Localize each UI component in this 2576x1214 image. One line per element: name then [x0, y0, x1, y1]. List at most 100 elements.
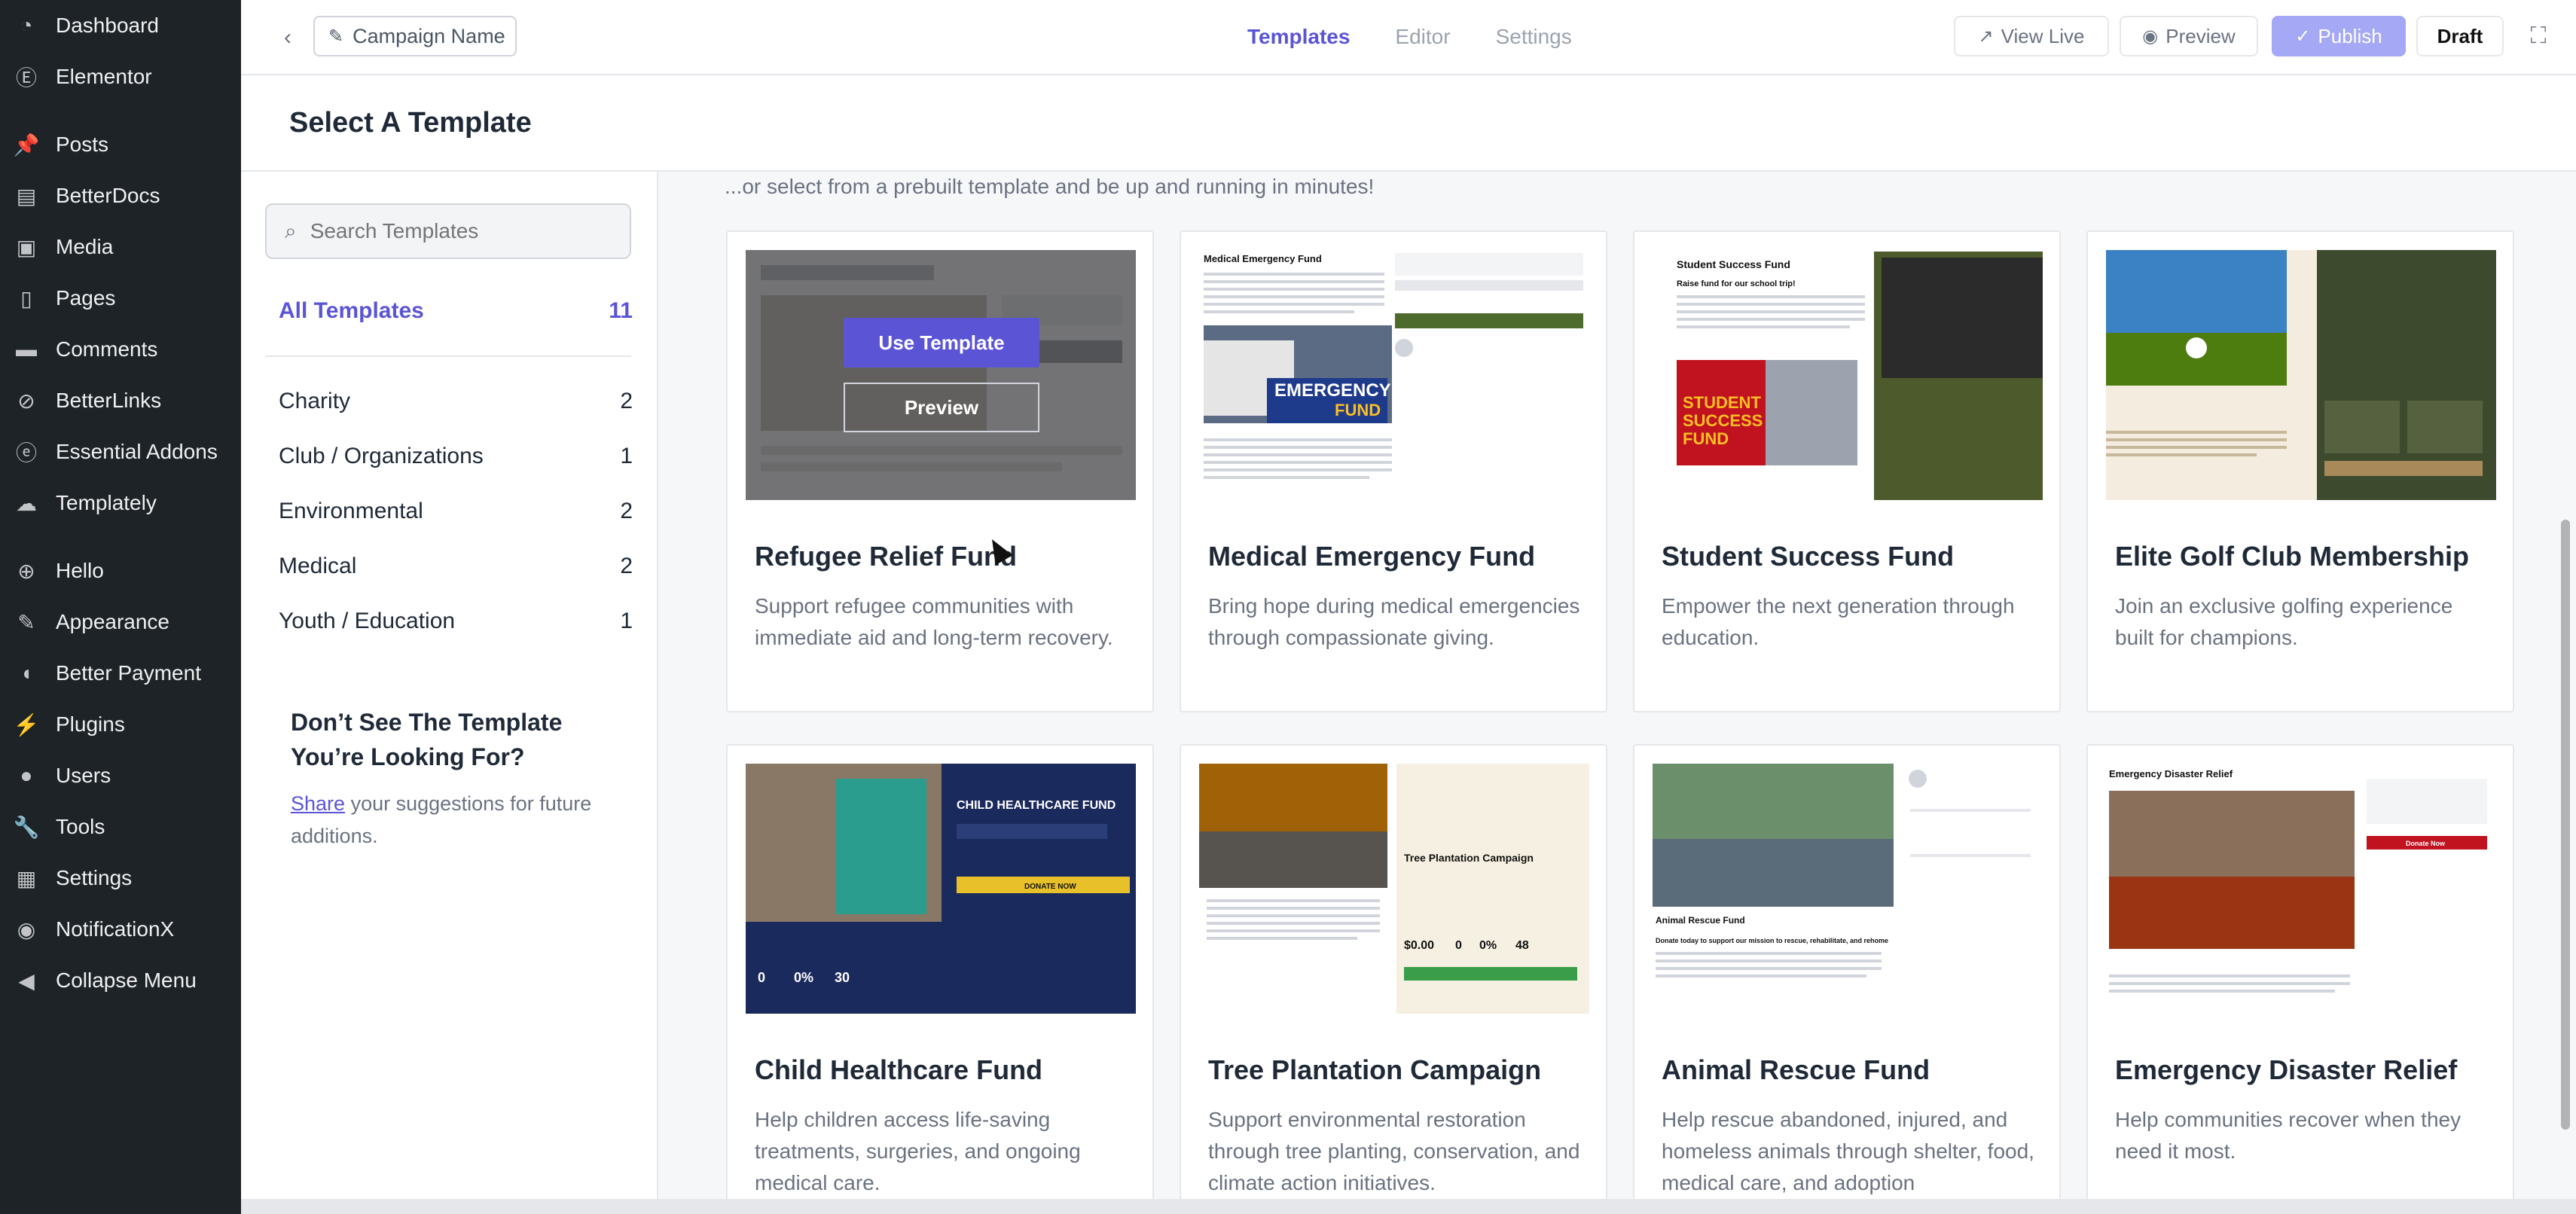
wp-menu-item-better-payment[interactable]: ◖ Better Payment [0, 648, 241, 699]
back-chevron-icon[interactable]: ‹ [273, 23, 303, 53]
category-all[interactable]: All Templates 11 [279, 298, 633, 324]
template-card-student-success[interactable]: Student Success Fund Raise fund for our … [1633, 230, 2061, 712]
wp-menu-item-dashboard[interactable]: ◔ Dashboard [0, 0, 241, 51]
suggestion-box: Don’t See The Template You’re Looking Fo… [291, 705, 622, 853]
use-template-button[interactable]: Use Template [844, 318, 1039, 368]
wp-menu-item-collapse-menu[interactable]: ◀ Collapse Menu [0, 955, 241, 1006]
share-link[interactable]: Share [291, 792, 345, 815]
search-input[interactable] [310, 219, 597, 243]
wp-menu-label: Posts [56, 133, 109, 156]
thumb-title: Student Success Fund [1677, 258, 1790, 270]
category-label: Environmental [279, 499, 423, 523]
divider [265, 355, 631, 357]
thumb-stat-4: 48 [1515, 939, 1529, 952]
wp-menu-label: BetterDocs [56, 184, 160, 207]
wp-menu-label: Better Payment [56, 661, 201, 685]
template-description: Empower the next generation through educ… [1662, 594, 2015, 649]
link-icon: ⊘ [17, 389, 35, 413]
thumb-subtitle: Donate today to support our mission to r… [1656, 937, 1888, 944]
preview-template-button[interactable]: Preview [844, 383, 1039, 432]
template-card-animal-rescue[interactable]: Animal Rescue Fund Donate today to suppo… [1633, 744, 2061, 1199]
wp-menu-item-plugins[interactable]: ⚡ Plugins [0, 699, 241, 750]
wp-menu-item-tools[interactable]: 🔧 Tools [0, 801, 241, 853]
eye-icon: ◉ [2142, 26, 2159, 47]
template-title: Emergency Disaster Relief [2115, 1054, 2458, 1085]
thumb-stat-1: $0.00 [1404, 939, 1434, 952]
thumb-title: CHILD HEALTHCARE FUND [957, 799, 1116, 812]
thumbnail-image: Tree Plantation Campaign $0.00 0 0% 48 [1199, 764, 1589, 1014]
preview-button[interactable]: ◉ Preview [2120, 16, 2258, 56]
thumbnail-image [2106, 250, 2496, 500]
publish-label: Publish [2318, 24, 2382, 47]
intro-text: ...or select from a prebuilt template an… [725, 175, 1375, 198]
wp-menu-item-betterdocs[interactable]: ▤ BetterDocs [0, 170, 241, 221]
pin-icon: 📌 [13, 133, 40, 157]
search-templates-field[interactable]: ⌕ [265, 203, 631, 259]
campaign-name-button[interactable]: ✎ Campaign Name [313, 16, 517, 56]
tab-templates[interactable]: Templates [1247, 25, 1350, 49]
template-thumbnail: CHILD HEALTHCARE FUND DONATE NOW 0 0% 30 [746, 764, 1136, 1014]
draft-button[interactable]: Draft [2416, 16, 2504, 56]
wp-menu-item-essential-addons[interactable]: ⓔ Essential Addons [0, 426, 241, 477]
template-card-tree-plantation[interactable]: Tree Plantation Campaign $0.00 0 0% 48 T… [1180, 744, 1607, 1199]
template-thumbnail: Medical Emergency Fund EMERGENCY FUND [1199, 250, 1589, 500]
wp-menu-item-users[interactable]: ● Users [0, 750, 241, 801]
wp-menu-item-elementor[interactable]: Ⓔ Elementor [0, 51, 241, 102]
wp-menu-label: Pages [56, 286, 116, 310]
template-card-medical-emergency[interactable]: Medical Emergency Fund EMERGENCY FUND Me… [1180, 230, 1607, 712]
wp-menu-item-posts[interactable]: 📌 Posts [0, 119, 241, 170]
ea-icon: ⓔ [15, 441, 37, 465]
thumb-title: Tree Plantation Campaign [1404, 852, 1534, 864]
category-count: 1 [620, 444, 633, 468]
vertical-scrollbar[interactable] [2561, 520, 2570, 1130]
brush-icon: ✎ [17, 610, 35, 634]
template-description: Support environmental restoration throug… [1208, 1108, 1580, 1194]
wp-menu-item-templately[interactable]: ☁ Templately [0, 477, 241, 529]
thumb-cta: Donate Now [2406, 840, 2446, 847]
category-label: Youth / Education [279, 609, 456, 633]
category-count: 2 [620, 389, 633, 413]
thumb-stat-2: 0% [794, 970, 813, 985]
category-charity[interactable]: Charity 2 [279, 389, 633, 414]
wp-menu-label: Appearance [56, 610, 170, 633]
comment-icon: ▬ [16, 337, 37, 361]
wp-menu-item-media[interactable]: ▣ Media [0, 221, 241, 273]
publish-button[interactable]: ✓ Publish [2272, 16, 2406, 56]
wp-menu-item-betterlinks[interactable]: ⊘ BetterLinks [0, 375, 241, 426]
preview-label: Preview [2165, 24, 2236, 47]
category-youth-education[interactable]: Youth / Education 1 [279, 609, 633, 634]
view-live-button[interactable]: ↗ View Live [1954, 16, 2109, 56]
wp-menu-item-pages[interactable]: ▯ Pages [0, 273, 241, 324]
wp-menu-item-notificationx[interactable]: ◉ NotificationX [0, 904, 241, 955]
page-icon: ▯ [20, 286, 32, 310]
template-description: Help rescue abandoned, injured, and home… [1662, 1108, 2034, 1194]
thumb-title: Emergency Disaster Relief [2109, 768, 2233, 779]
template-card-refugee-relief[interactable]: Use Template Preview Refugee Relief Fund… [726, 230, 1154, 712]
wp-menu-label: Dashboard [56, 14, 159, 37]
category-count: 11 [609, 298, 633, 323]
plus-circle-icon: ⊕ [17, 559, 35, 583]
wp-menu-item-comments[interactable]: ▬ Comments [0, 324, 241, 375]
wp-menu-item-hello[interactable]: ⊕ Hello [0, 545, 241, 596]
template-thumbnail: Tree Plantation Campaign $0.00 0 0% 48 [1199, 764, 1589, 1014]
wp-menu-item-appearance[interactable]: ✎ Appearance [0, 596, 241, 648]
template-title: Medical Emergency Fund [1208, 541, 1536, 572]
category-club[interactable]: Club / Organizations 1 [279, 444, 633, 469]
thumb-stat-3: 0% [1479, 939, 1497, 952]
horizontal-scrollbar[interactable] [241, 1199, 2576, 1214]
fullscreen-icon[interactable]: ⛶ [2523, 21, 2553, 51]
template-card-emergency-disaster[interactable]: Emergency Disaster Relief Donate Now Eme… [2086, 744, 2514, 1199]
tab-editor[interactable]: Editor [1395, 25, 1450, 49]
category-environmental[interactable]: Environmental 2 [279, 499, 633, 524]
template-card-child-healthcare[interactable]: CHILD HEALTHCARE FUND DONATE NOW 0 0% 30… [726, 744, 1154, 1199]
template-title: Animal Rescue Fund [1662, 1054, 1930, 1085]
wp-menu-label: BetterLinks [56, 389, 162, 412]
category-count: 1 [620, 609, 633, 633]
template-description: Help communities recover when they need … [2115, 1108, 2462, 1163]
thumb-title: Animal Rescue Fund [1656, 915, 1745, 926]
wp-menu-item-settings[interactable]: ▦ Settings [0, 853, 241, 904]
template-description: Bring hope during medical emergencies th… [1208, 594, 1580, 649]
template-card-elite-golf[interactable]: Elite Golf Club Membership Join an exclu… [2086, 230, 2514, 712]
category-medical[interactable]: Medical 2 [279, 554, 633, 579]
tab-settings[interactable]: Settings [1496, 25, 1572, 49]
